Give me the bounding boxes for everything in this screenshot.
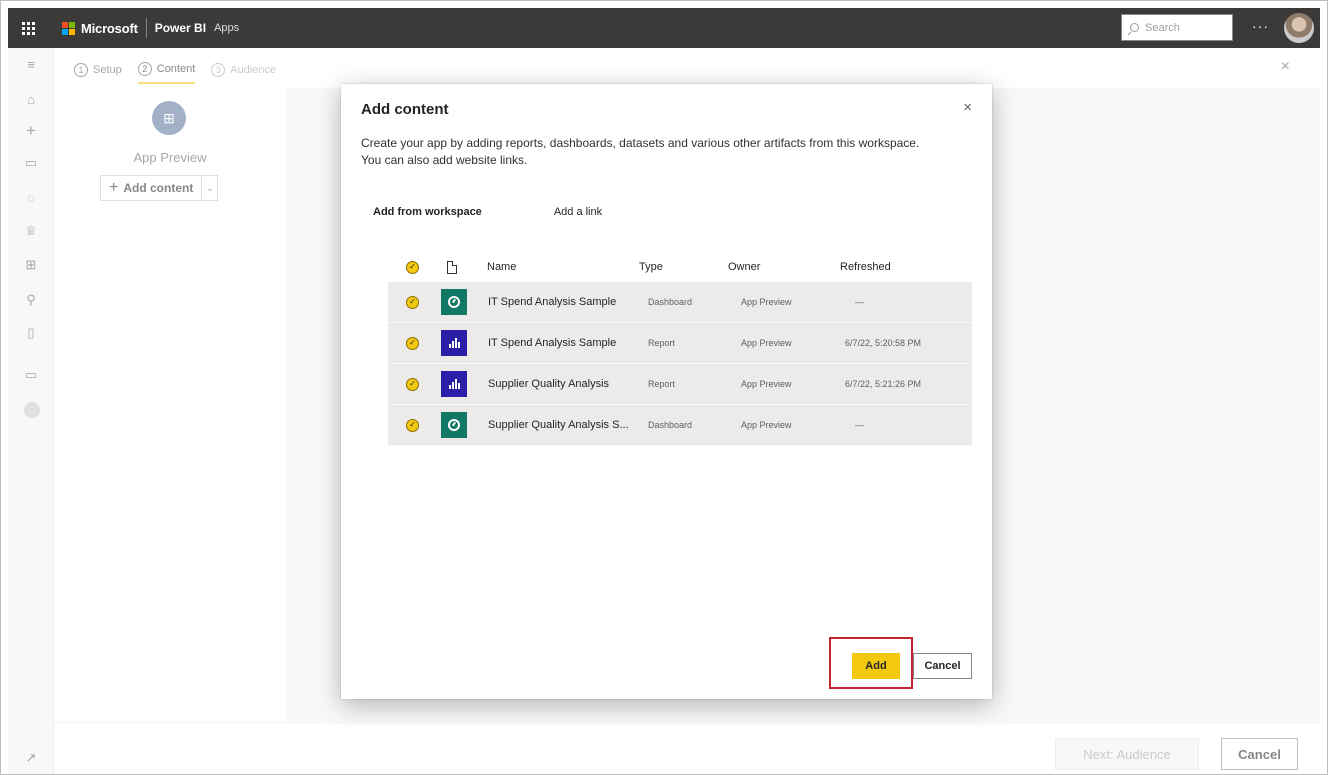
checkmark-icon: ✓ [406, 295, 419, 309]
close-icon[interactable]: × [963, 99, 972, 116]
row-checkbox[interactable]: ✓ [406, 323, 419, 363]
table-header: ✓ Name Type Owner Refreshed [389, 252, 972, 282]
item-type: Report [648, 338, 676, 348]
breadcrumb-apps[interactable]: Apps [214, 22, 239, 34]
item-refreshed: — [855, 297, 864, 307]
column-header-type[interactable]: Type [639, 252, 663, 282]
tab-add-from-workspace[interactable]: Add from workspace [373, 206, 482, 218]
dashboard-icon [441, 282, 467, 322]
more-options-button[interactable]: ··· [1252, 18, 1269, 34]
top-bar: Microsoft Power BI Apps Search ··· [8, 8, 1320, 48]
item-owner: App Preview [741, 338, 792, 348]
select-all-checkbox[interactable]: ✓ [406, 252, 419, 282]
table-row[interactable]: ✓ Supplier Quality Analysis S... Dashboa… [388, 405, 972, 446]
item-owner: App Preview [741, 297, 792, 307]
dialog-tabs: Add from workspace Add a link [373, 206, 602, 218]
product-name[interactable]: Power BI [155, 21, 206, 35]
column-header-owner[interactable]: Owner [728, 252, 760, 282]
item-refreshed: 6/7/22, 5:21:26 PM [845, 379, 922, 389]
search-input[interactable]: Search [1121, 14, 1233, 41]
row-checkbox[interactable]: ✓ [406, 405, 419, 445]
item-name: Supplier Quality Analysis S... [488, 419, 629, 431]
search-icon [1130, 23, 1139, 32]
item-owner: App Preview [741, 379, 792, 389]
row-checkbox[interactable]: ✓ [406, 282, 419, 322]
item-type: Report [648, 379, 676, 389]
column-header-name[interactable]: Name [487, 252, 516, 282]
item-owner: App Preview [741, 420, 792, 430]
item-refreshed: — [855, 420, 864, 430]
item-name: Supplier Quality Analysis [488, 378, 610, 390]
microsoft-logo-icon [62, 21, 75, 35]
column-header-refreshed[interactable]: Refreshed [840, 252, 891, 282]
row-checkbox[interactable]: ✓ [406, 364, 419, 404]
dashboard-icon [441, 405, 467, 445]
dialog-description: Create your app by adding reports, dashb… [361, 136, 920, 167]
item-name: IT Spend Analysis Sample [488, 337, 617, 349]
app-launcher-icon[interactable] [8, 8, 48, 48]
brand-name[interactable]: Microsoft [81, 21, 138, 36]
report-icon [441, 364, 467, 404]
item-refreshed: 6/7/22, 5:20:58 PM [845, 338, 922, 348]
add-content-dialog: Add content × Create your app by adding … [341, 84, 992, 699]
checkmark-icon: ✓ [406, 260, 419, 274]
user-avatar[interactable] [1284, 13, 1314, 43]
table-row[interactable]: ✓ IT Spend Analysis Sample Report App Pr… [388, 323, 972, 364]
item-type: Dashboard [648, 297, 693, 307]
tab-add-a-link[interactable]: Add a link [554, 206, 602, 218]
checkmark-icon: ✓ [406, 418, 419, 432]
content-list: ✓ IT Spend Analysis Sample Dashboard App… [388, 282, 972, 446]
dialog-title: Add content [361, 101, 449, 118]
dialog-cancel-button[interactable]: Cancel [913, 653, 972, 679]
file-type-icon [447, 252, 457, 282]
report-icon [441, 323, 467, 363]
item-type: Dashboard [648, 420, 693, 430]
table-row[interactable]: ✓ IT Spend Analysis Sample Dashboard App… [388, 282, 972, 323]
table-row[interactable]: ✓ Supplier Quality Analysis Report App P… [388, 364, 972, 405]
item-name: IT Spend Analysis Sample [488, 296, 617, 308]
search-placeholder: Search [1145, 21, 1180, 34]
add-button[interactable]: Add [852, 653, 900, 679]
brand-divider [145, 18, 147, 38]
checkmark-icon: ✓ [406, 377, 419, 391]
checkmark-icon: ✓ [406, 336, 419, 350]
